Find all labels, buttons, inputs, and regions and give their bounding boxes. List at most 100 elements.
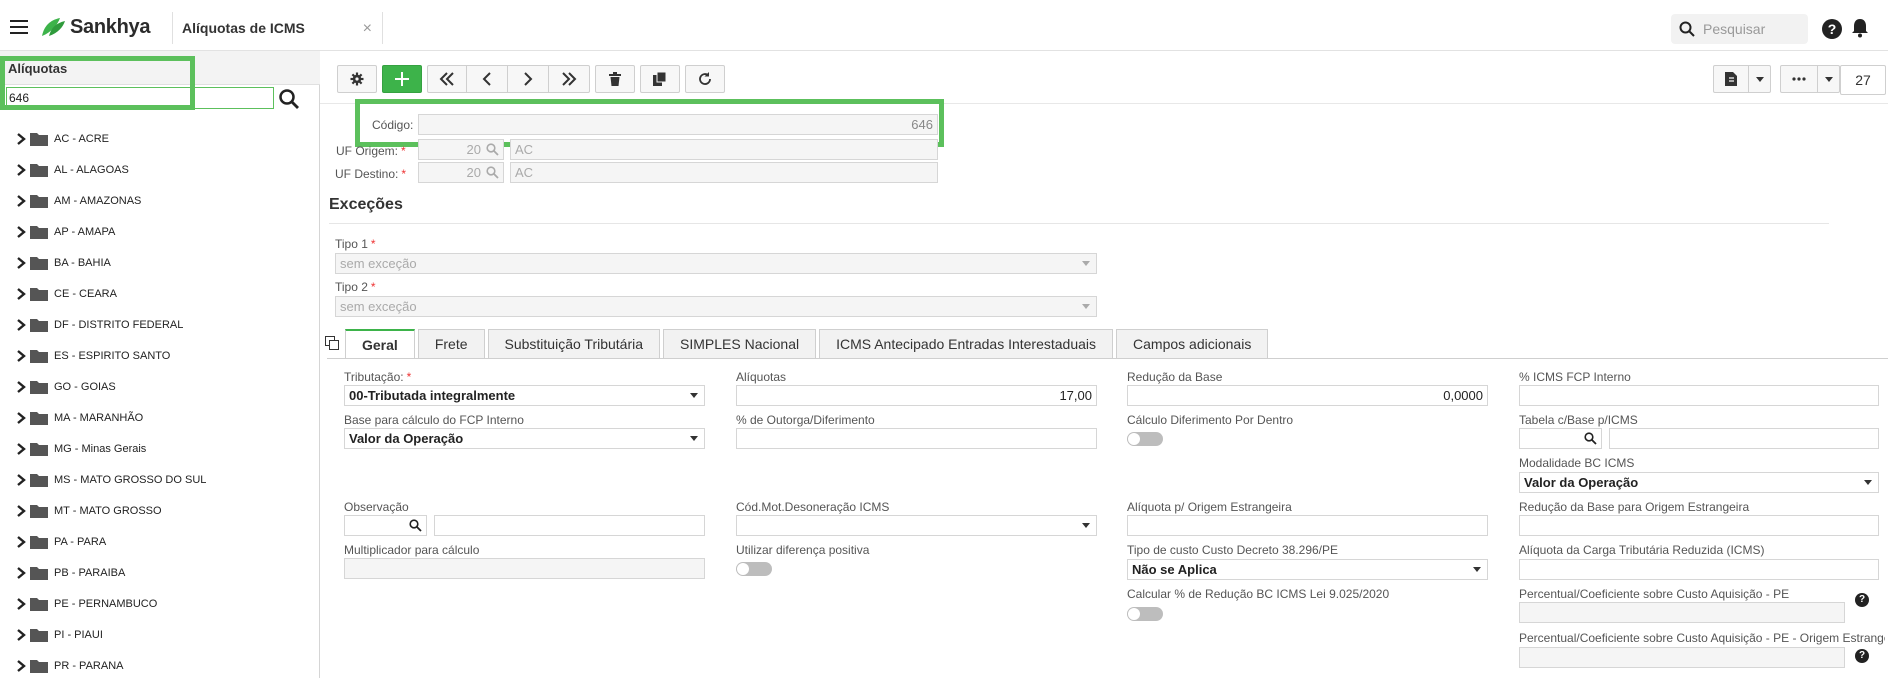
tree-item[interactable]: PI - PIAUI	[0, 619, 318, 650]
aliq-carga-field[interactable]	[1519, 559, 1879, 580]
more-actions-button[interactable]	[1780, 65, 1818, 93]
next-record-button[interactable]	[508, 65, 549, 93]
search-icon[interactable]	[278, 88, 300, 110]
tree-item[interactable]: PE - PERNAMBUCO	[0, 588, 318, 619]
chevron-right-icon[interactable]	[16, 597, 26, 610]
tree-item[interactable]: DF - DISTRITO FEDERAL	[0, 309, 318, 340]
chevron-right-icon[interactable]	[16, 225, 26, 238]
tab-campos-adicionais[interactable]: Campos adicionais	[1116, 329, 1269, 358]
search-icon[interactable]	[409, 519, 422, 532]
refresh-button[interactable]	[685, 65, 725, 93]
help-icon[interactable]: ?	[1855, 649, 1869, 663]
tree-item[interactable]: PB - PARAIBA	[0, 557, 318, 588]
tree-item[interactable]: MA - MARANHÃO	[0, 402, 318, 433]
last-record-button[interactable]	[549, 65, 590, 93]
chevron-right-icon[interactable]	[16, 132, 26, 145]
copy-icon[interactable]	[325, 336, 339, 350]
add-record-button[interactable]	[382, 65, 422, 93]
calc-reducao-toggle[interactable]	[1127, 607, 1163, 621]
chevron-right-icon[interactable]	[16, 380, 26, 393]
modalidade-label: Modalidade BC ICMS	[1519, 456, 1635, 470]
aliquotas-field[interactable]: 17,00	[736, 385, 1097, 406]
tree-item[interactable]: GO - GOIAS	[0, 371, 318, 402]
tipo-custo-select[interactable]: Não se Aplica	[1127, 559, 1488, 580]
more-actions-dropdown-button[interactable]	[1818, 65, 1840, 93]
tab-frete[interactable]: Frete	[417, 329, 485, 358]
help-icon[interactable]: ?	[1855, 593, 1869, 607]
chevron-right-icon[interactable]	[16, 659, 26, 672]
chevron-right-icon[interactable]	[16, 287, 26, 300]
red-base-origem-field[interactable]	[1519, 515, 1879, 536]
cod-mot-select[interactable]	[736, 515, 1097, 536]
tabela-base-code-field[interactable]	[1519, 428, 1602, 449]
chevron-right-icon[interactable]	[16, 163, 26, 176]
chevron-right-icon[interactable]	[16, 535, 26, 548]
tree-item[interactable]: MT - MATO GROSSO	[0, 495, 318, 526]
aliq-origem-field[interactable]	[1127, 515, 1488, 536]
tipo2-label: Tipo 2 *	[335, 280, 376, 294]
tree-item[interactable]: AP - AMAPA	[0, 216, 318, 247]
search-icon[interactable]	[486, 143, 499, 156]
tabela-base-desc-field[interactable]	[1609, 428, 1879, 449]
previous-record-button[interactable]	[467, 65, 508, 93]
tipo1-select[interactable]: sem exceção	[335, 253, 1097, 274]
folder-icon	[30, 256, 48, 270]
chevron-right-icon[interactable]	[16, 349, 26, 362]
tree-item[interactable]: BA - BAHIA	[0, 247, 318, 278]
tree-item[interactable]: PR - PARANA	[0, 650, 318, 678]
tab-aliquotas-icms[interactable]: Alíquotas de ICMS ×	[174, 12, 382, 44]
tree-item[interactable]: MS - MATO GROSSO DO SUL	[0, 464, 318, 495]
export-dropdown-button[interactable]	[1749, 65, 1771, 93]
sankhya-logo[interactable]: Sankhya	[40, 15, 150, 39]
observacao-code-field[interactable]	[344, 515, 427, 536]
settings-button[interactable]	[337, 65, 377, 93]
chevron-right-icon[interactable]	[16, 566, 26, 579]
tree-item[interactable]: AC - ACRE	[0, 123, 318, 154]
reducao-base-field[interactable]: 0,0000	[1127, 385, 1488, 406]
icms-fcp-field[interactable]	[1519, 385, 1879, 406]
first-record-button[interactable]	[427, 65, 467, 93]
tributacao-select[interactable]: 00-Tributada integralmente	[344, 385, 705, 406]
chevron-right-icon[interactable]	[16, 504, 26, 517]
utilizar-dif-toggle[interactable]	[736, 562, 772, 576]
duplicate-button[interactable]	[640, 65, 680, 93]
uf-origem-code-field[interactable]: 20	[418, 139, 504, 160]
chevron-right-icon[interactable]	[16, 411, 26, 424]
modalidade-select[interactable]: Valor da Operação	[1519, 472, 1879, 493]
tab-geral[interactable]: Geral	[345, 329, 415, 359]
export-button[interactable]	[1713, 65, 1749, 93]
tab-simples-nacional[interactable]: SIMPLES Nacional	[663, 329, 817, 358]
caret-down-icon	[1824, 76, 1833, 82]
tab-substituicao-tributaria[interactable]: Substituição Tributária	[487, 329, 661, 358]
chevron-right-icon[interactable]	[16, 318, 26, 331]
tree-item[interactable]: MG - Minas Gerais	[0, 433, 318, 464]
close-icon[interactable]: ×	[363, 20, 372, 38]
delete-button[interactable]	[595, 65, 635, 93]
trash-icon	[609, 72, 621, 86]
uf-destino-code-field[interactable]: 20	[418, 162, 504, 183]
tree-item[interactable]: AL - ALAGOAS	[0, 154, 318, 185]
global-search-input[interactable]: Pesquisar	[1671, 14, 1808, 44]
chevron-right-icon[interactable]	[16, 256, 26, 269]
tree-item[interactable]: AM - AMAZONAS	[0, 185, 318, 216]
tab-icms-antecipado[interactable]: ICMS Antecipado Entradas Interestaduais	[819, 329, 1114, 358]
base-fcp-select[interactable]: Valor da Operação	[344, 428, 705, 449]
chevron-right-icon[interactable]	[16, 442, 26, 455]
folder-icon	[30, 659, 48, 673]
calc-dif-toggle[interactable]	[1127, 432, 1163, 446]
outorga-field[interactable]	[736, 428, 1097, 449]
tree-item[interactable]: CE - CEARA	[0, 278, 318, 309]
chevron-right-icon[interactable]	[16, 473, 26, 486]
observacao-desc-field[interactable]	[434, 515, 705, 536]
chevron-right-icon[interactable]	[16, 628, 26, 641]
tree-item[interactable]: ES - ESPIRITO SANTO	[0, 340, 318, 371]
search-icon[interactable]	[486, 166, 499, 179]
menu-icon[interactable]	[10, 20, 28, 34]
chevron-right-icon[interactable]	[16, 194, 26, 207]
tipo2-select[interactable]: sem exceção	[335, 296, 1097, 317]
help-icon[interactable]: ?	[1822, 19, 1842, 39]
search-icon[interactable]	[1584, 432, 1597, 445]
bell-icon[interactable]	[1851, 18, 1869, 38]
search-icon	[1679, 21, 1695, 37]
tree-item[interactable]: PA - PARA	[0, 526, 318, 557]
